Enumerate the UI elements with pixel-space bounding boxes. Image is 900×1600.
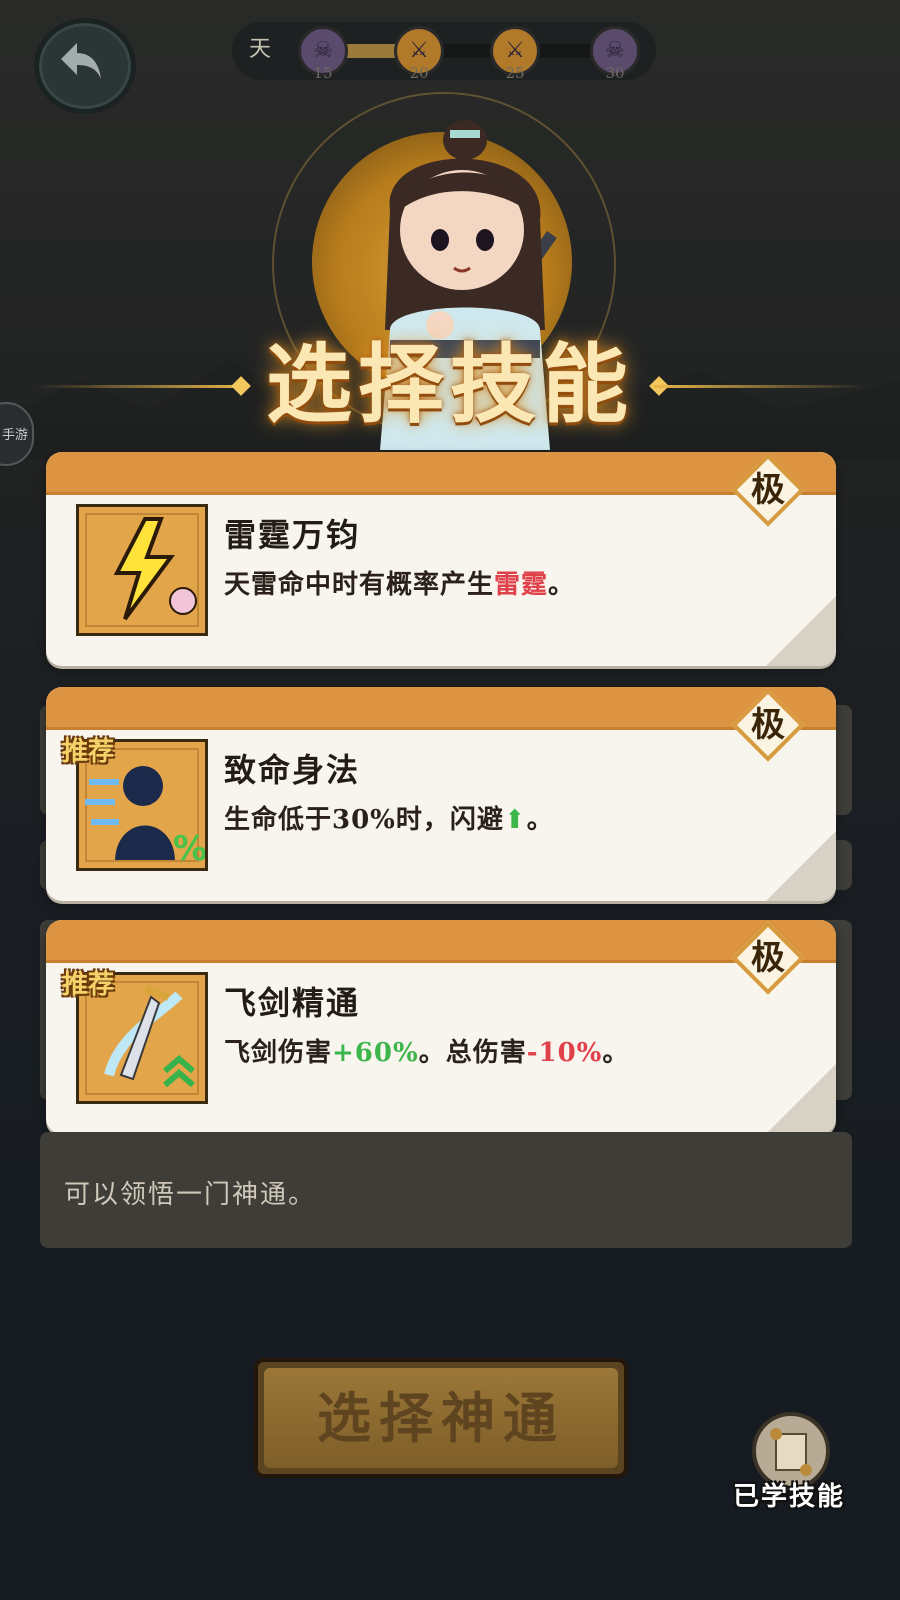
recommended-tag: 推荐 xyxy=(62,737,115,767)
skill-card[interactable]: 极 雷霆万钧 天雷命中时有概率产生雷霆。 xyxy=(46,452,836,666)
skill-description: 生命低于30%时，闪避⬆。 xyxy=(224,799,554,836)
desc-text: 。总伤害 xyxy=(418,1038,527,1068)
stage-progress: 天 ☠ 15 ⚔ 20 ⚔ 25 ☠ 30 xyxy=(232,22,656,82)
page-title: 选择技能 xyxy=(266,334,634,435)
choose-skill-label: 选择神通 xyxy=(317,1386,565,1450)
learned-skills-button[interactable]: 已学技能 xyxy=(724,1412,854,1512)
recommended-tag: 推荐 xyxy=(62,970,115,1000)
highlight-text: 雷霆 xyxy=(494,570,549,600)
skill-description: 飞剑伤害+60%。总伤害-10%。 xyxy=(224,1032,629,1069)
node-number: 25 xyxy=(505,64,525,82)
desc-text: 生命低于30%时，闪避 xyxy=(224,805,504,835)
highlight-text: +60% xyxy=(332,1038,419,1068)
desc-text: 。 xyxy=(526,805,554,835)
title-banner: 选择技能 xyxy=(36,325,864,445)
skill-name: 致命身法 xyxy=(224,751,361,789)
desc-text: 飞剑伤害 xyxy=(224,1038,333,1068)
day-label: 天 xyxy=(248,37,271,62)
svg-text:%: % xyxy=(173,829,205,868)
lightning-icon xyxy=(76,504,208,636)
highlight-text: ⬆ xyxy=(503,805,527,835)
rank-badge: 极 xyxy=(731,688,805,762)
info-panel: 可以领悟一门神通。 xyxy=(40,1132,852,1248)
back-button[interactable] xyxy=(34,18,136,114)
learned-skills-label: 已学技能 xyxy=(732,1482,845,1512)
choose-skill-button[interactable]: 选择神通 xyxy=(254,1358,628,1478)
info-text: 可以领悟一门神通。 xyxy=(64,1180,317,1210)
desc-text: 。 xyxy=(602,1038,630,1068)
rank-badge: 极 xyxy=(731,453,805,527)
skill-card[interactable]: 极 % 推荐 致命身法 生命低于30%时，闪避⬆。 xyxy=(46,687,836,901)
skill-card[interactable]: 极 推荐 飞剑精通 飞剑伤害+60%。总伤害-10%。 xyxy=(46,920,836,1134)
skill-name: 雷霆万钧 xyxy=(224,516,361,554)
node-number: 15 xyxy=(313,64,333,82)
back-arrow-icon xyxy=(61,43,101,79)
node-number: 20 xyxy=(409,64,429,82)
desc-text: 天雷命中时有概率产生 xyxy=(224,570,495,600)
highlight-text: -10% xyxy=(526,1038,603,1068)
skill-description: 天雷命中时有概率产生雷霆。 xyxy=(224,564,575,601)
node-number: 30 xyxy=(605,64,625,82)
rank-badge: 极 xyxy=(731,921,805,995)
skill-name: 飞剑精通 xyxy=(224,984,361,1022)
desc-text: 。 xyxy=(548,570,576,600)
